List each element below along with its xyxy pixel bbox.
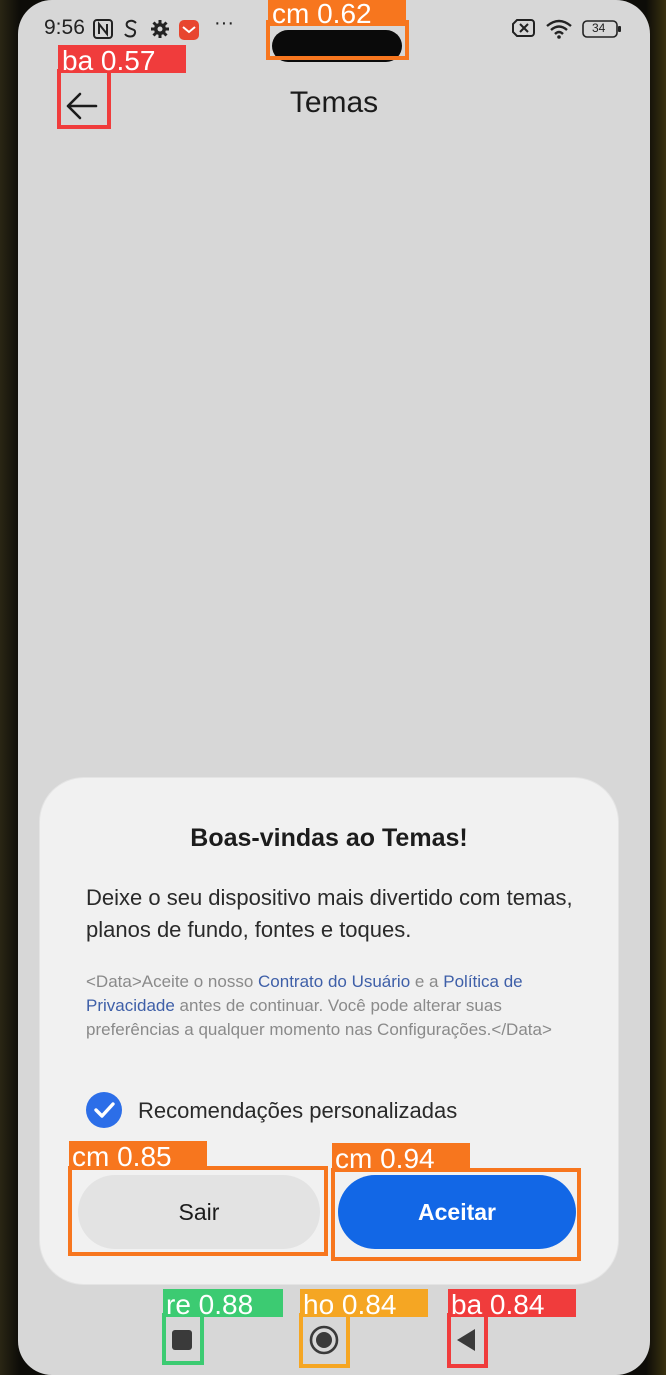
bbox-recents-label: re 0.88: [166, 1289, 253, 1320]
bbox-accept-label: cm 0.94: [335, 1143, 435, 1174]
bbox-back-top-label: ba 0.57: [62, 45, 155, 76]
bbox-recents: [162, 1313, 204, 1365]
bbox-back-nav: [447, 1313, 488, 1368]
bbox-home-label: ho 0.84: [303, 1289, 396, 1320]
bbox-back-top: [57, 69, 111, 129]
bbox-home: [299, 1313, 350, 1368]
bbox-back-nav-label: ba 0.84: [451, 1289, 544, 1320]
bbox-accept: [331, 1168, 581, 1261]
phone-frame: 9:56 ··· 34 Temas Boas-vindas ao Temas! …: [0, 0, 666, 1375]
bbox-notch-label: cm 0.62: [272, 0, 372, 29]
bbox-exit-label: cm 0.85: [72, 1141, 172, 1172]
detection-overlay: cm 0.62 ba 0.57 cm 0.85 cm 0.94 re 0.88 …: [57, 0, 581, 1368]
bbox-exit: [68, 1166, 328, 1256]
